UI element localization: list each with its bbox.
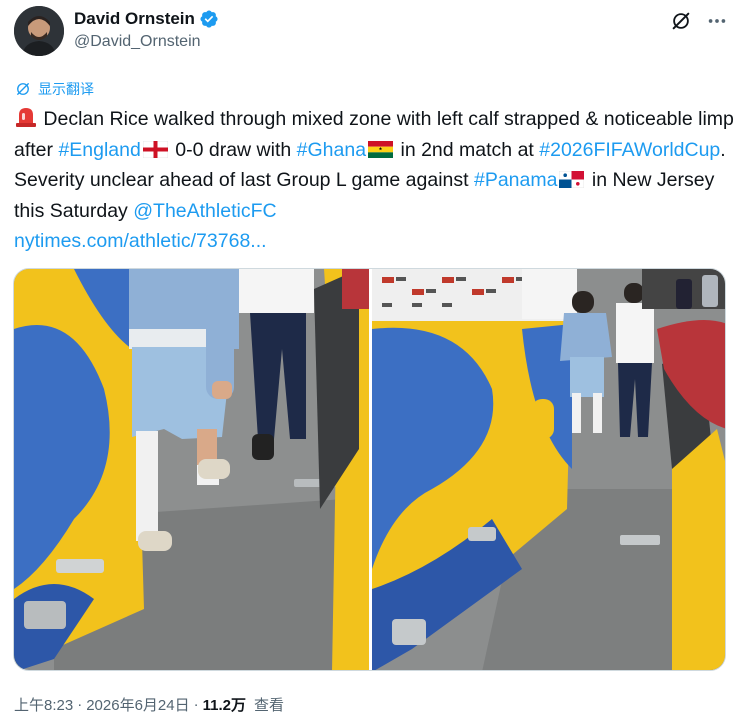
tweet-header: David Ornstein @David_Ornstein (14, 6, 736, 56)
hashtag-england[interactable]: #England (58, 139, 140, 161)
tweet-text-part-3: in 2nd match at (395, 138, 540, 161)
ghana-flag-emoji (368, 140, 394, 158)
mention-theathleticfc[interactable]: @TheAthleticFC (133, 200, 276, 222)
separator-dot: · (77, 696, 83, 713)
mixed-zone-photo-close (14, 269, 369, 670)
tweet-text-part-2: 0-0 draw with (169, 138, 297, 161)
photo-right[interactable] (372, 269, 725, 670)
hashtag-2026fifaworldcup[interactable]: #2026FIFAWorldCup (539, 139, 720, 161)
display-name[interactable]: David Ornstein (74, 9, 195, 29)
verified-badge-icon (200, 10, 218, 28)
show-translation-link[interactable]: 显示翻译 (14, 79, 94, 99)
tweet-date[interactable]: 2026年6月24日 (86, 694, 189, 715)
avatar-image (14, 6, 64, 56)
views-count[interactable]: 11.2万 (203, 694, 246, 715)
tweet-text: Declan Rice walked through mixed zone wi… (14, 104, 736, 257)
more-icon[interactable] (706, 10, 728, 32)
separator-dot: · (193, 696, 199, 713)
translate-icon (17, 83, 29, 95)
grok-icon[interactable] (670, 10, 692, 32)
media-grid (13, 268, 726, 671)
tweet-time[interactable]: 上午8:23 (14, 694, 73, 715)
mixed-zone-photo-wide (372, 269, 725, 670)
england-flag-emoji (142, 140, 168, 158)
hashtag-ghana[interactable]: #Ghana (297, 139, 366, 161)
rotating-light-emoji (16, 108, 36, 127)
name-row: David Ornstein (74, 9, 219, 29)
handle[interactable]: @David_Ornstein (74, 33, 201, 51)
avatar[interactable] (14, 6, 64, 56)
tweet-meta: 上午8:23 · 2026年6月24日 · 11.2万 查看 (14, 694, 284, 715)
translate-label: 显示翻译 (38, 81, 94, 97)
photo-left[interactable] (14, 269, 369, 670)
views-label: 查看 (253, 697, 284, 714)
hashtag-panama[interactable]: #Panama (474, 169, 557, 191)
panama-flag-emoji (559, 171, 585, 188)
article-link[interactable]: nytimes.com/athletic/73768... (14, 230, 267, 252)
